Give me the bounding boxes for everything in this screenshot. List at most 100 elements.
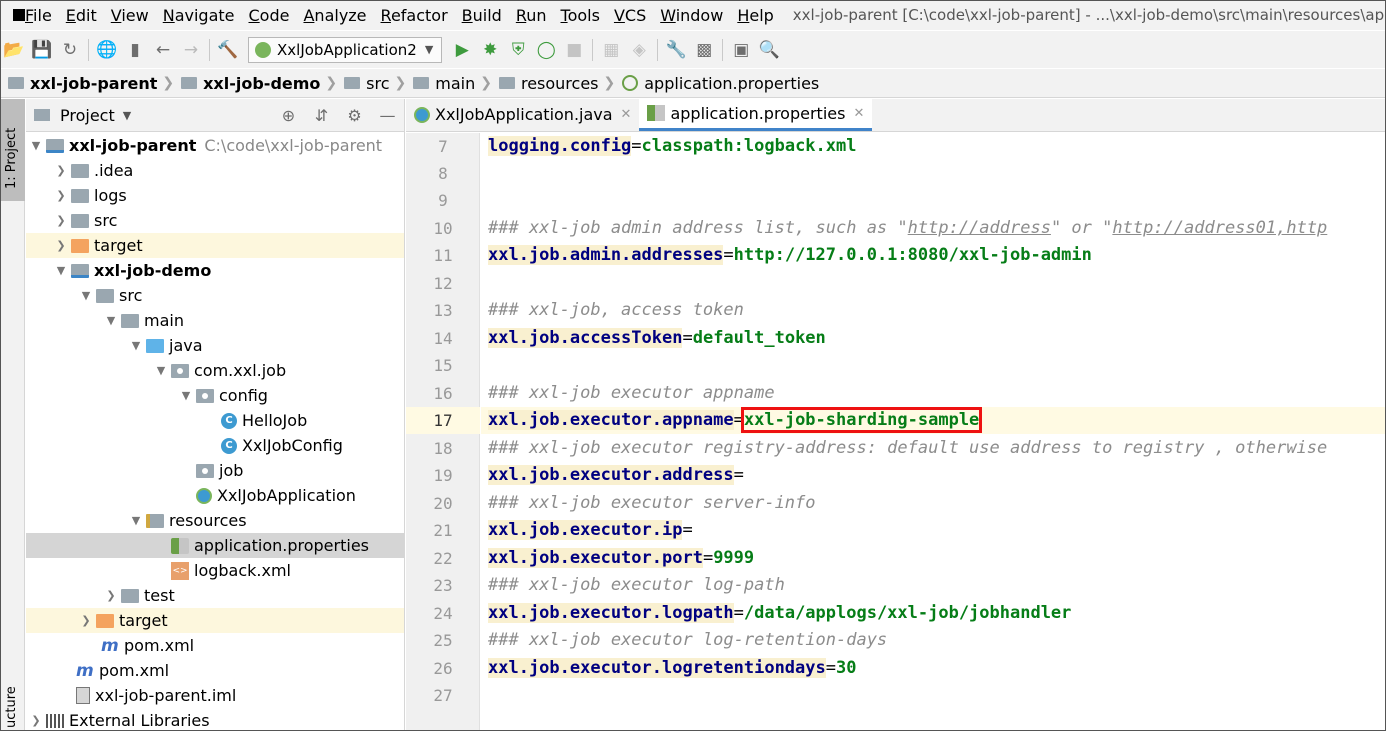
- code-line[interactable]: xxl.job.executor.ip=: [481, 517, 1386, 544]
- chevron-down-icon[interactable]: ▼: [76, 289, 96, 302]
- chevron-down-icon[interactable]: ▼: [123, 109, 131, 122]
- code-line[interactable]: ### xxl-job, access token: [481, 297, 1386, 324]
- profile-icon[interactable]: ◯: [532, 36, 560, 64]
- close-icon[interactable]: ✕: [853, 106, 864, 121]
- chevron-right-icon[interactable]: ❯: [26, 714, 46, 727]
- tree-item[interactable]: ▼ com.xxl.job: [26, 358, 404, 383]
- tree-item[interactable]: ▼ resources: [26, 508, 404, 533]
- back-icon[interactable]: ←: [149, 36, 177, 64]
- breadcrumb-item[interactable]: xxl-job-demo: [181, 74, 320, 93]
- gear-icon[interactable]: ⚙: [338, 106, 371, 125]
- code-line-current[interactable]: xxl.job.executor.appname=xxl-job-shardin…: [481, 407, 1386, 434]
- tree-item[interactable]: ▼ main: [26, 308, 404, 333]
- close-icon[interactable]: ✕: [621, 107, 632, 122]
- run-config-selector[interactable]: XxlJobApplication2 ▼: [248, 36, 443, 63]
- line-number-gutter[interactable]: 7 8 9 10 11 12 13 14 15 16 17 18 19 20 2…: [406, 133, 480, 731]
- chevron-right-icon[interactable]: ❯: [76, 614, 96, 627]
- terminal-icon[interactable]: ▣: [727, 36, 755, 64]
- breadcrumb-item[interactable]: main: [413, 74, 475, 93]
- menu-run[interactable]: Run: [509, 6, 554, 25]
- breadcrumb-item[interactable]: src: [344, 74, 390, 93]
- tree-item[interactable]: ▼ src: [26, 283, 404, 308]
- tree-item[interactable]: ▼ java: [26, 333, 404, 358]
- tree-item[interactable]: ❯ logs: [26, 183, 404, 208]
- code-line[interactable]: xxl.job.admin.addresses=http://127.0.0.1…: [481, 242, 1386, 269]
- build-icon[interactable]: 🔨: [214, 36, 242, 64]
- chevron-down-icon[interactable]: ▼: [101, 314, 121, 327]
- code-line[interactable]: xxl.job.executor.address=: [481, 462, 1386, 489]
- tree-item[interactable]: ❯ target: [26, 608, 404, 633]
- vcs2-icon[interactable]: ◈: [625, 36, 653, 64]
- menu-navigate[interactable]: Navigate: [156, 6, 242, 25]
- code-line[interactable]: [481, 270, 1386, 297]
- chevron-down-icon[interactable]: ▼: [26, 139, 46, 152]
- settings-icon[interactable]: 🔧: [662, 36, 690, 64]
- code-line[interactable]: ### xxl-job executor server-info: [481, 490, 1386, 517]
- debug-icon[interactable]: ✸: [476, 36, 504, 64]
- code-line[interactable]: ### xxl-job admin address list, such as …: [481, 215, 1386, 242]
- hide-icon[interactable]: —: [371, 106, 404, 125]
- chevron-down-icon[interactable]: ▼: [51, 264, 71, 277]
- chevron-right-icon[interactable]: ❯: [51, 164, 71, 177]
- code-line[interactable]: [481, 682, 1386, 709]
- sync-icon[interactable]: ↻: [56, 36, 84, 64]
- tree-item[interactable]: ❯ External Libraries: [26, 708, 404, 731]
- structure-icon[interactable]: ▩: [690, 36, 718, 64]
- breadcrumb-item[interactable]: xxl-job-parent: [8, 74, 157, 93]
- menu-help[interactable]: Help: [730, 6, 780, 25]
- menu-edit[interactable]: Edit: [59, 6, 104, 25]
- code-line[interactable]: ### xxl-job executor appname: [481, 380, 1386, 407]
- tab-xxljobapplication-java[interactable]: XxlJobApplication.java ✕: [406, 98, 639, 131]
- code-editor[interactable]: logging.config=classpath:logback.xml ###…: [481, 133, 1386, 731]
- menu-window[interactable]: Window: [653, 6, 730, 25]
- chevron-down-icon[interactable]: ▼: [126, 339, 146, 352]
- open-icon[interactable]: 📂: [0, 36, 28, 64]
- tree-item[interactable]: m pom.xml: [26, 658, 404, 683]
- code-line[interactable]: xxl.job.executor.logretentiondays=30: [481, 655, 1386, 682]
- structure-tool-button[interactable]: ucture: [4, 686, 19, 728]
- locate-icon[interactable]: ⊕: [272, 106, 305, 125]
- menu-analyze[interactable]: Analyze: [296, 6, 373, 25]
- menu-refactor[interactable]: Refactor: [374, 6, 455, 25]
- tree-item[interactable]: ❯ .idea: [26, 158, 404, 183]
- tree-item[interactable]: xxl-job-parent.iml: [26, 683, 404, 708]
- code-line[interactable]: logging.config=classpath:logback.xml: [481, 133, 1386, 160]
- forward-icon[interactable]: →: [177, 36, 205, 64]
- tree-item[interactable]: application.properties: [26, 533, 404, 558]
- tree-item[interactable]: job: [26, 458, 404, 483]
- menu-build[interactable]: Build: [455, 6, 509, 25]
- menu-code[interactable]: Code: [242, 6, 297, 25]
- collapse-all-icon[interactable]: ⇵: [305, 106, 338, 125]
- chevron-right-icon[interactable]: ❯: [101, 589, 121, 602]
- web-icon[interactable]: 🌐: [93, 36, 121, 64]
- chevron-down-icon[interactable]: ▼: [151, 364, 171, 377]
- search-icon[interactable]: 🔍: [755, 36, 783, 64]
- code-line[interactable]: [481, 187, 1386, 214]
- breadcrumb-item[interactable]: application.properties: [622, 74, 819, 93]
- project-tool-button[interactable]: 1: Project: [0, 99, 25, 201]
- code-line[interactable]: ### xxl-job executor log-retention-days: [481, 627, 1386, 654]
- tree-item[interactable]: m pom.xml: [26, 633, 404, 658]
- chevron-right-icon[interactable]: ❯: [51, 189, 71, 202]
- tree-item[interactable]: ▼ config: [26, 383, 404, 408]
- code-line[interactable]: [481, 352, 1386, 379]
- chevron-down-icon[interactable]: ▼: [126, 514, 146, 527]
- project-view-selector[interactable]: Project: [60, 106, 115, 125]
- tree-item[interactable]: ▼ xxl-job-parent C:\code\xxl-job-parent: [26, 133, 404, 158]
- menu-view[interactable]: View: [104, 6, 156, 25]
- code-line[interactable]: xxl.job.executor.logpath=/data/applogs/x…: [481, 600, 1386, 627]
- code-line[interactable]: ### xxl-job executor log-path: [481, 572, 1386, 599]
- run-icon[interactable]: ▶: [448, 36, 476, 64]
- tab-application-properties[interactable]: application.properties ✕: [639, 98, 873, 131]
- coverage-icon[interactable]: ⛨: [504, 36, 532, 64]
- code-line[interactable]: xxl.job.executor.port=9999: [481, 545, 1386, 572]
- tree-item[interactable]: XxlJobApplication: [26, 483, 404, 508]
- folder-icon[interactable]: ▮: [121, 36, 149, 64]
- tree-item[interactable]: ❯ test: [26, 583, 404, 608]
- code-line[interactable]: [481, 160, 1386, 187]
- tree-item[interactable]: ❯ target: [26, 233, 404, 258]
- vcs-icon[interactable]: ▦: [597, 36, 625, 64]
- tree-item[interactable]: <> logback.xml: [26, 558, 404, 583]
- tree-item[interactable]: C XxlJobConfig: [26, 433, 404, 458]
- code-line[interactable]: xxl.job.accessToken=default_token: [481, 325, 1386, 352]
